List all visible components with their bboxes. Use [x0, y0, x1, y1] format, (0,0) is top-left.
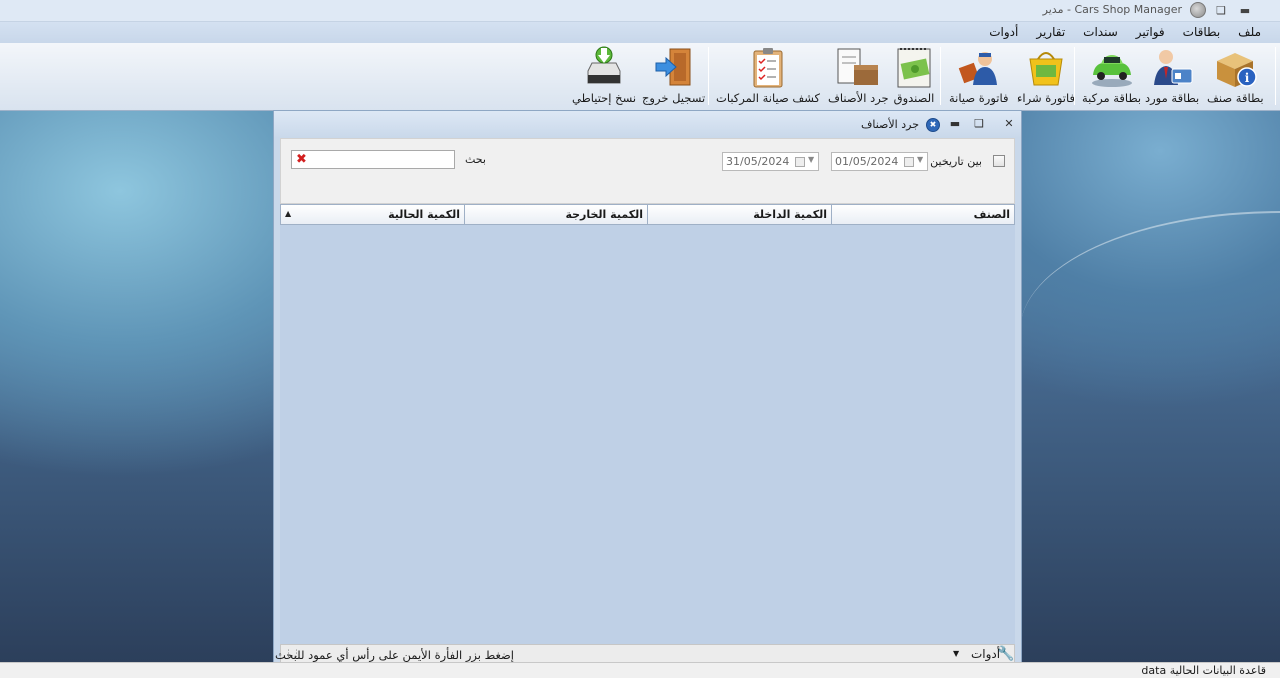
inventory-window: ▬ ❑ ✕ ✖ جرد الأصناف بين تاريخين 01/05/20… — [273, 110, 1022, 670]
menu-tools[interactable]: أدوات — [980, 22, 1027, 43]
column-header-out-qty[interactable]: الكمية الخارجة — [465, 205, 648, 224]
grid-hint-text: إضغط بزر الفأرة الأيمن على رأس أي عمود ل… — [274, 648, 514, 662]
search-label: بحث — [465, 153, 486, 166]
minimize-icon[interactable]: ▬ — [1236, 2, 1254, 18]
toolbar-label: كشف صيانة المركبات — [716, 91, 821, 105]
column-header-label: الكمية الخارجة — [565, 208, 643, 221]
column-header-in-qty[interactable]: الكمية الداخلة — [648, 205, 832, 224]
supplier-card-icon — [1148, 45, 1196, 91]
toolbar-supplier-card-button[interactable]: بطاقة مورد — [1145, 45, 1199, 105]
between-dates-label: بين تاريخين — [930, 155, 982, 168]
toolbar-backup-button[interactable]: نسخ إحتياطي — [572, 45, 636, 105]
column-header-label: الكمية الحالية — [388, 208, 460, 221]
toolbar: i بطاقة صنف بطاقة مورد بطاقة مركبة فاتور… — [0, 43, 1280, 111]
toolbar-separator — [708, 47, 709, 105]
toolbar-maintenance-invoice-button[interactable]: فاتورة صيانة — [949, 45, 1008, 105]
toolbar-label: بطاقة مورد — [1145, 91, 1200, 105]
chevron-down-icon[interactable]: ▼ — [953, 649, 959, 658]
grid-body[interactable] — [280, 225, 1015, 644]
toolbar-vehicle-card-button[interactable]: بطاقة مركبة — [1082, 45, 1141, 105]
app-title: Cars Shop Manager - مدير — [1042, 3, 1182, 16]
toolbar-label: فاتورة صيانة — [949, 91, 1009, 105]
date-to-picker[interactable]: 31/05/2024 ▼ — [722, 152, 819, 171]
toolbar-label: بطاقة صنف — [1207, 91, 1264, 105]
tools-dropdown[interactable]: أدوات — [971, 647, 1000, 661]
status-bar: قاعدة البيانات الحالية data — [0, 662, 1280, 678]
logout-icon — [650, 45, 698, 91]
date-from-picker[interactable]: 01/05/2024 ▼ — [831, 152, 928, 171]
item-card-icon: i — [1211, 45, 1259, 91]
child-window-controls: ▬ ❑ ✕ — [947, 116, 1017, 130]
calendar-icon — [904, 157, 914, 167]
column-header-label: الكمية الداخلة — [753, 208, 827, 221]
inventory-grid: ▲ الكمية الحالية الكمية الخارجة الكمية ا… — [280, 204, 1015, 644]
cash-box-icon — [890, 45, 938, 91]
toolbar-purchase-invoice-button[interactable]: فاتورة شراء — [1017, 45, 1075, 105]
toolbar-separator — [940, 47, 941, 105]
toolbar-label: بطاقة مركبة — [1082, 91, 1142, 105]
window-app-icon: ✖ — [926, 118, 940, 132]
menu-cards[interactable]: بطاقات — [1174, 22, 1230, 43]
column-header-label: الصنف — [973, 208, 1010, 221]
window-controls: ❑ ▬ — [1212, 2, 1254, 18]
svg-text:i: i — [1245, 71, 1250, 85]
close-icon[interactable]: ✕ — [1001, 116, 1017, 130]
toolbar-logout-button[interactable]: تسجيل خروج — [642, 45, 705, 105]
toolbar-inventory-button[interactable]: جرد الأصناف — [828, 45, 889, 105]
resize-grip-icon[interactable]: ⋮⋮ — [284, 649, 301, 659]
toolbar-label: تسجيل خروج — [642, 91, 706, 105]
date-to-value: 31/05/2024 — [726, 155, 790, 168]
chevron-down-icon: ▼ — [917, 155, 924, 164]
grid-footer: 🔧 أدوات ▼ إضغط بزر الفأرة الأيمن على رأس… — [275, 644, 1015, 664]
toolbar-separator — [1074, 47, 1075, 105]
restore-icon[interactable]: ❑ — [971, 116, 987, 130]
vehicle-card-icon — [1088, 45, 1136, 91]
menu-reports[interactable]: تقارير — [1027, 22, 1074, 43]
date-from-value: 01/05/2024 — [835, 155, 899, 168]
toolbar-label: فاتورة شراء — [1017, 91, 1075, 105]
backup-icon — [580, 45, 628, 91]
calendar-icon — [795, 157, 805, 167]
toolbar-label: الصندوق — [893, 91, 935, 105]
toolbar-separator — [1275, 47, 1276, 105]
toolbar-item-card-button[interactable]: i بطاقة صنف — [1207, 45, 1264, 105]
menu-bar: ملف بطاقات فواتير سندات تقارير أدوات — [0, 22, 1280, 43]
toolbar-label: نسخ إحتياطي — [572, 91, 637, 105]
maintenance-report-icon — [744, 45, 792, 91]
column-header-item[interactable]: الصنف — [832, 205, 1014, 224]
grid-header: ▲ الكمية الحالية الكمية الخارجة الكمية ا… — [280, 204, 1015, 225]
child-window-title: جرد الأصناف — [860, 118, 919, 131]
menu-invoices[interactable]: فواتير — [1127, 22, 1174, 43]
sort-ascending-icon: ▲ — [285, 209, 292, 218]
search-input[interactable]: ✖ — [291, 150, 455, 169]
menu-file[interactable]: ملف — [1229, 22, 1270, 43]
title-bar: ❑ ▬ Cars Shop Manager - مدير — [0, 0, 1280, 22]
minimize-icon[interactable]: ▬ — [947, 116, 963, 130]
child-title-bar: ▬ ❑ ✕ ✖ جرد الأصناف — [274, 111, 1021, 138]
filter-panel: بين تاريخين 01/05/2024 ▼ 31/05/2024 ▼ بح… — [280, 138, 1015, 204]
chevron-down-icon: ▼ — [808, 155, 815, 164]
inventory-icon — [834, 45, 882, 91]
toolbar-label: جرد الأصناف — [828, 91, 889, 105]
app-logo-icon — [1190, 2, 1206, 18]
toolbar-cash-box-button[interactable]: الصندوق — [890, 45, 938, 105]
column-header-current-qty[interactable]: ▲ الكمية الحالية — [281, 205, 465, 224]
toolbar-maintenance-report-button[interactable]: كشف صيانة المركبات — [716, 45, 820, 105]
menu-vouchers[interactable]: سندات — [1074, 22, 1127, 43]
between-dates-checkbox[interactable] — [993, 155, 1005, 167]
purchase-invoice-icon — [1022, 45, 1070, 91]
background-arc — [1020, 211, 1280, 331]
current-database-label: قاعدة البيانات الحالية data — [1141, 664, 1266, 677]
maintenance-invoice-icon — [955, 45, 1003, 91]
clear-search-icon[interactable]: ✖ — [296, 152, 307, 167]
restore-icon[interactable]: ❑ — [1212, 2, 1230, 18]
